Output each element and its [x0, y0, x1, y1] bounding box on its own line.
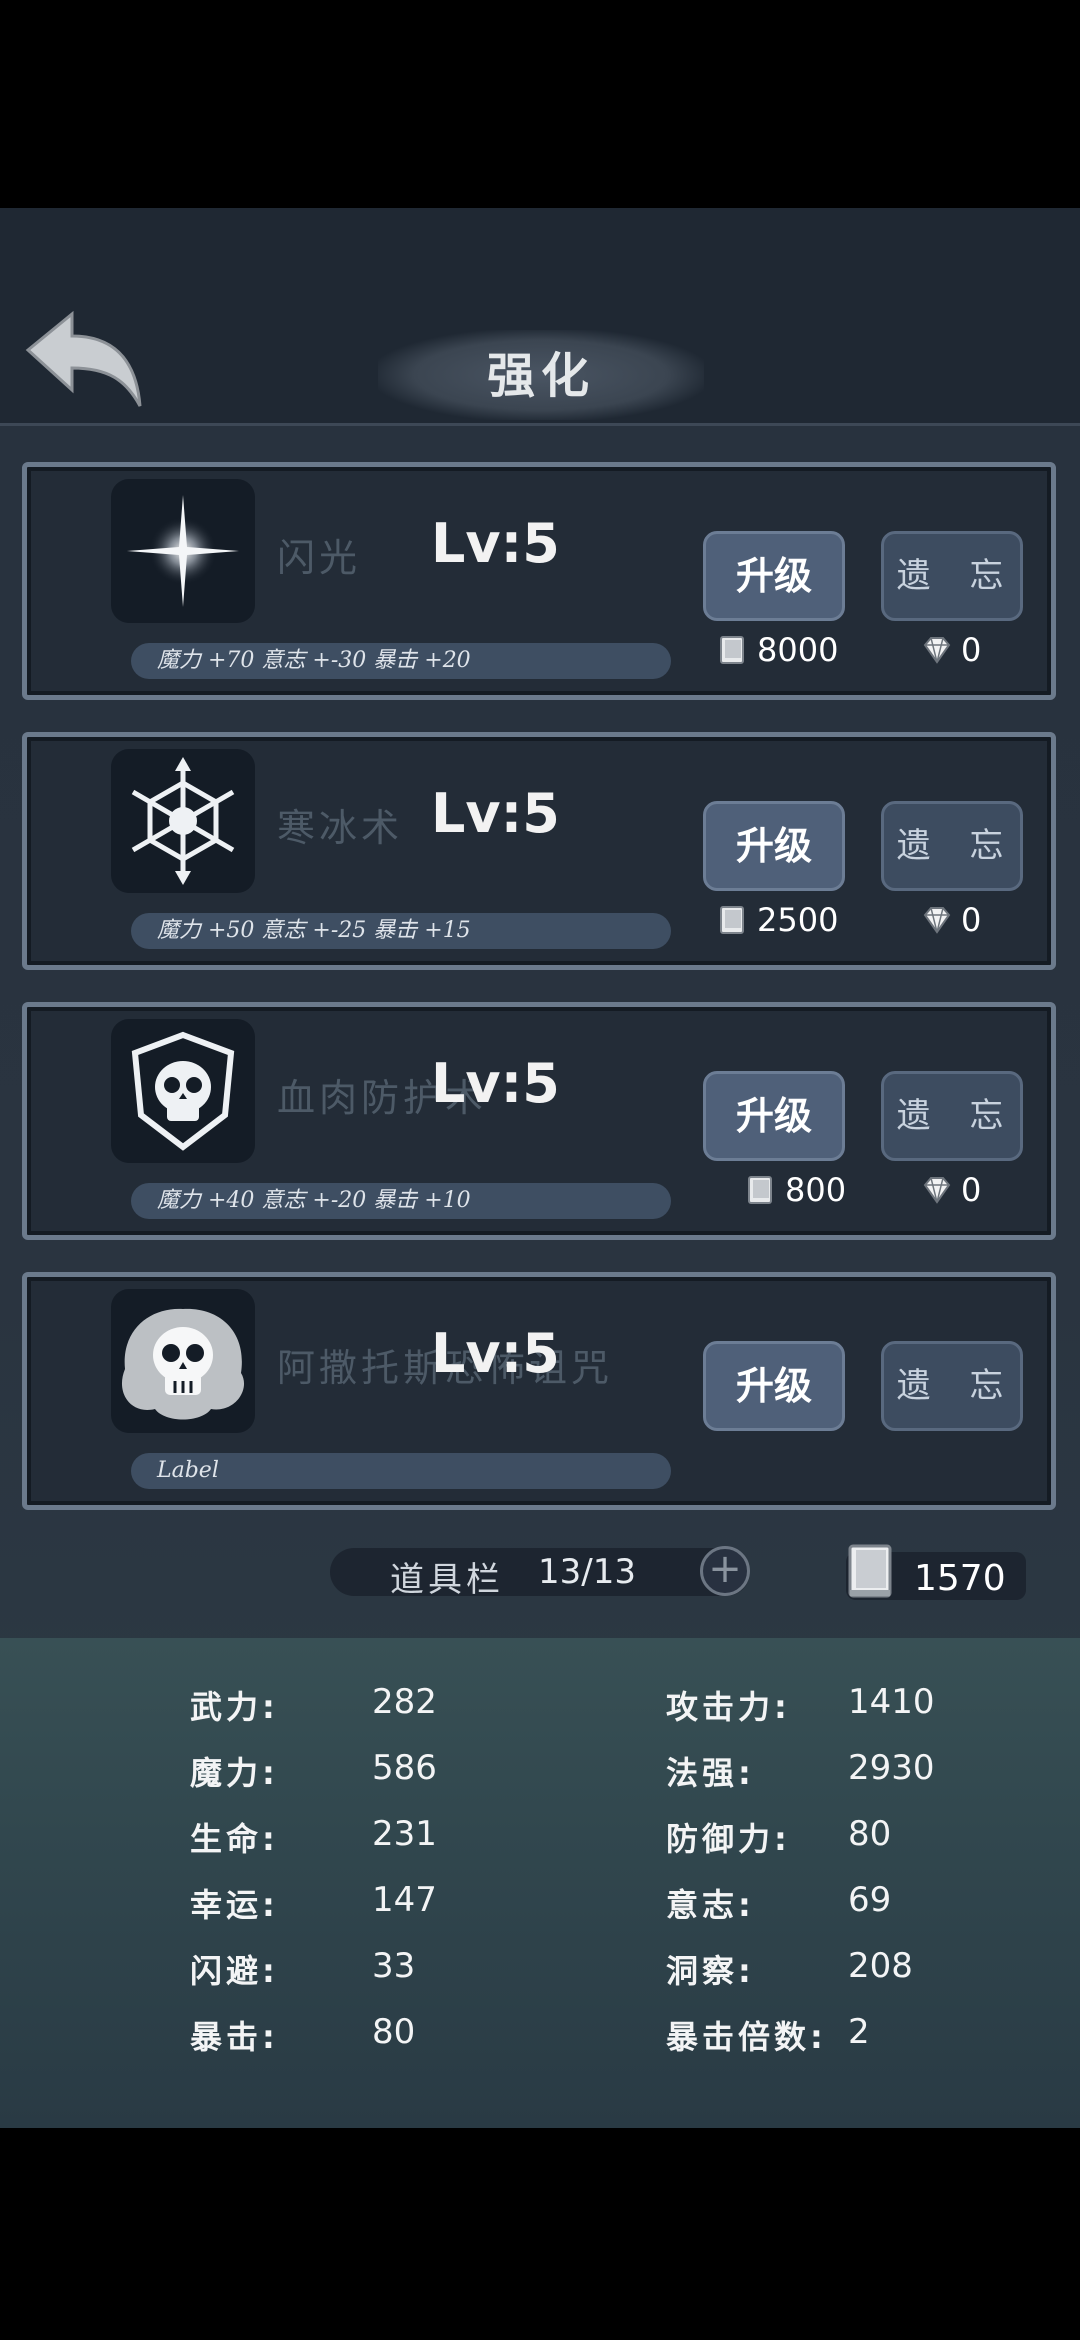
snowflake-icon — [131, 757, 235, 885]
skill-stats: Label — [131, 1453, 671, 1489]
book-icon — [720, 906, 744, 934]
attribute-label: 暴击: — [190, 2018, 279, 2056]
header: 强化 — [0, 208, 1080, 426]
book-icon — [848, 1544, 892, 1598]
attributes-panel: 武力: 282 魔力: 586 生命: 231 幸运: 147 闪避: 33 暴… — [0, 1638, 1080, 2128]
upgrade-button[interactable]: 升级 — [703, 1071, 845, 1161]
skill-card: 寒冰术 Lv:5 魔力 +50 意志 +-25 暴击 +15 升级 遗 忘 25… — [22, 732, 1056, 970]
attribute-label: 魔力: — [190, 1754, 279, 1792]
attribute-value: 80 — [848, 1814, 892, 1854]
forget-button[interactable]: 遗 忘 — [881, 1071, 1023, 1161]
upgrade-button[interactable]: 升级 — [703, 1341, 845, 1431]
book-cost: 800 — [745, 1171, 846, 1209]
skill-icon-frame — [111, 749, 255, 893]
attribute-label: 幸运: — [190, 1886, 279, 1924]
skull-shield-icon — [131, 1031, 235, 1151]
skill-level: Lv:5 — [431, 782, 560, 845]
book-cost-value: 800 — [785, 1171, 847, 1209]
skill-level: Lv:5 — [431, 512, 560, 575]
attribute-label: 闪避: — [190, 1952, 279, 1990]
skill-icon-frame — [111, 1289, 255, 1433]
skill-icon-frame — [111, 1019, 255, 1163]
skill-level: Lv:5 — [431, 1052, 560, 1115]
diamond-icon — [923, 907, 951, 934]
gem-cost: 0 — [921, 901, 981, 939]
upgrade-button[interactable]: 升级 — [703, 531, 845, 621]
attribute-value: 69 — [848, 1880, 892, 1920]
attribute-value: 586 — [372, 1748, 437, 1788]
skill-icon-frame — [111, 479, 255, 623]
attribute-label: 法强: — [666, 1754, 755, 1792]
attribute-label: 意志: — [666, 1886, 755, 1924]
gem-cost-value: 0 — [961, 901, 982, 939]
gem-cost: 0 — [921, 1171, 981, 1209]
forget-button[interactable]: 遗 忘 — [881, 1341, 1023, 1431]
skill-stats: 魔力 +50 意志 +-25 暴击 +15 — [131, 913, 671, 949]
attribute-label: 防御力: — [666, 1820, 791, 1858]
skill-level: Lv:5 — [431, 1322, 560, 1385]
book-total: 1570 — [846, 1544, 1026, 1600]
attribute-value: 282 — [372, 1682, 437, 1722]
upgrade-button[interactable]: 升级 — [703, 801, 845, 891]
skill-stats: 魔力 +40 意志 +-20 暴击 +10 — [131, 1183, 671, 1219]
forget-button[interactable]: 遗 忘 — [881, 531, 1023, 621]
book-icon — [720, 636, 744, 664]
book-cost-value: 8000 — [757, 631, 839, 669]
attribute-label: 洞察: — [666, 1952, 755, 1990]
gem-cost-value: 0 — [961, 631, 982, 669]
diamond-icon — [923, 637, 951, 664]
page-title: 强化 — [486, 348, 595, 404]
attribute-label: 生命: — [190, 1820, 279, 1858]
attribute-value: 147 — [372, 1880, 437, 1920]
book-cost: 8000 — [717, 631, 838, 669]
attribute-value: 1410 — [848, 1682, 935, 1722]
skull-icon — [121, 1308, 245, 1420]
attribute-value: 2 — [848, 2012, 870, 2052]
item-bar: 道具栏 13/13 + — [330, 1546, 750, 1600]
gem-cost-value: 0 — [961, 1171, 982, 1209]
attribute-value: 33 — [372, 1946, 416, 1986]
gem-cost: 0 — [921, 631, 981, 669]
book-cost-value: 2500 — [757, 901, 839, 939]
item-bar-count: 13/13 — [538, 1552, 636, 1592]
add-item-button[interactable]: + — [700, 1546, 750, 1596]
upgrade-screen: 强化 闪光 Lv:5 魔力 +70 意志 +-30 暴击 +20 升级 遗 忘 … — [0, 208, 1080, 2128]
forget-button[interactable]: 遗 忘 — [881, 801, 1023, 891]
item-bar-label: 道具栏 — [390, 1560, 504, 1600]
skill-stats: 魔力 +70 意志 +-30 暴击 +20 — [131, 643, 671, 679]
sparkle-icon — [127, 495, 239, 607]
book-cost: 2500 — [717, 901, 838, 939]
attribute-value: 80 — [372, 2012, 416, 2052]
book-total-value: 1570 — [914, 1558, 1006, 1599]
skill-card: 阿撒托斯恐怖诅咒 Lv:5 Label 升级 遗 忘 — [22, 1272, 1056, 1510]
attribute-label: 攻击力: — [666, 1688, 791, 1726]
skill-card: 血肉防护术 Lv:5 魔力 +40 意志 +-20 暴击 +10 升级 遗 忘 … — [22, 1002, 1056, 1240]
attribute-label: 暴击倍数: — [666, 2018, 827, 2056]
attribute-value: 231 — [372, 1814, 437, 1854]
attribute-label: 武力: — [190, 1688, 279, 1726]
book-icon — [748, 1176, 772, 1204]
back-arrow-icon[interactable] — [24, 310, 144, 410]
attribute-value: 208 — [848, 1946, 913, 1986]
diamond-icon — [923, 1177, 951, 1204]
attribute-value: 2930 — [848, 1748, 935, 1788]
skill-name: 闪光 — [277, 536, 362, 580]
skill-card: 闪光 Lv:5 魔力 +70 意志 +-30 暴击 +20 升级 遗 忘 800… — [22, 462, 1056, 700]
skill-name: 寒冰术 — [277, 806, 404, 850]
